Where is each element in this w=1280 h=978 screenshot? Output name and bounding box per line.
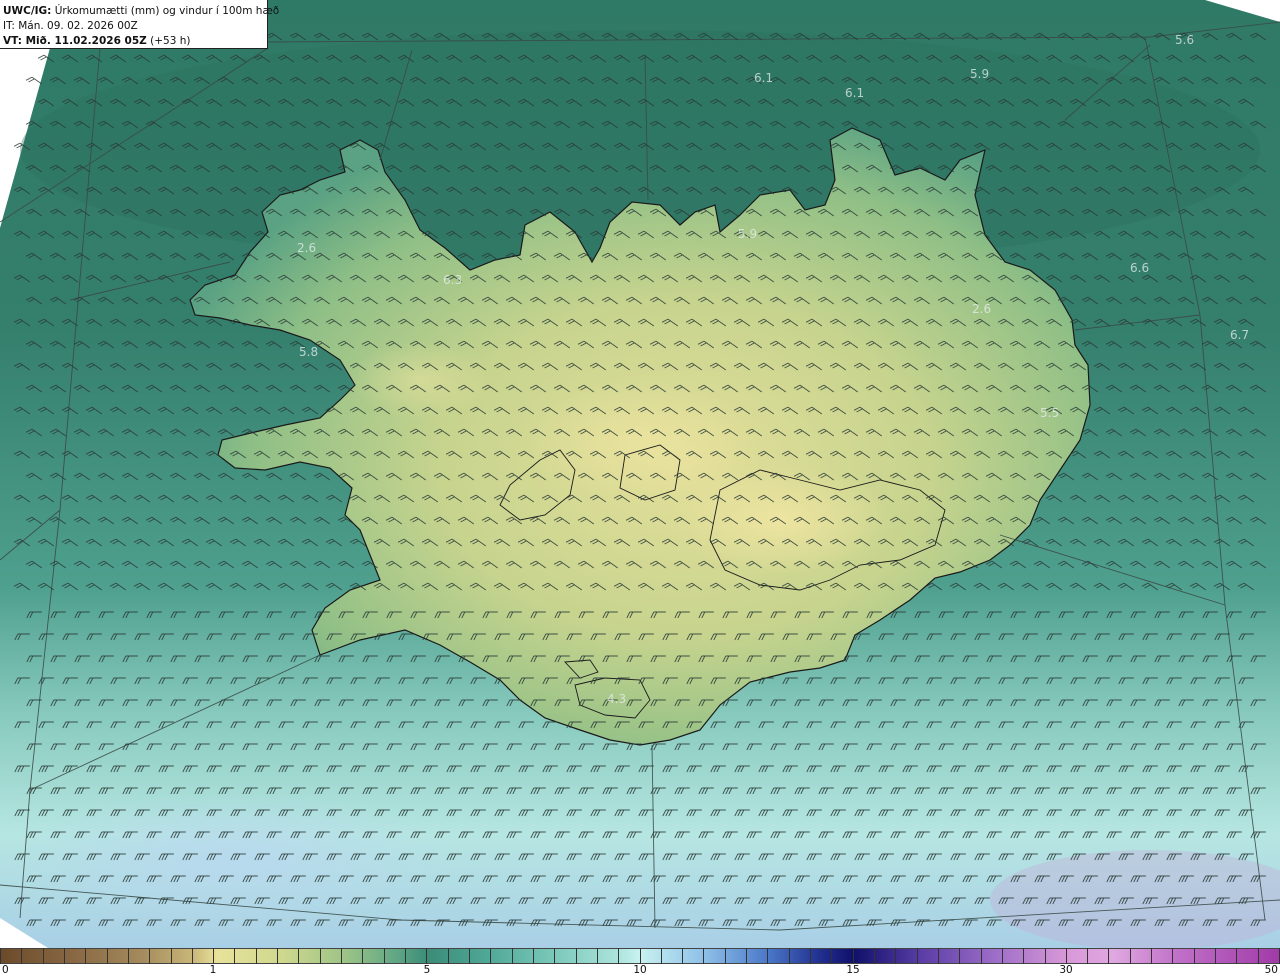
forecast-info-box: UWC/IG: Úrkomumætti (mm) og vindur í 100…	[0, 0, 279, 49]
map-value-label: 6.1	[754, 71, 773, 85]
colorbar-tick	[362, 948, 363, 964]
colorbar-tick	[1172, 948, 1173, 964]
colorbar-tick	[405, 948, 406, 964]
colorbar-tick	[469, 948, 470, 964]
colorbar-tick	[576, 948, 577, 964]
colorbar-tick	[1236, 948, 1237, 964]
colorbar-tick	[682, 948, 683, 964]
colorbar-label: 1	[209, 964, 217, 976]
colorbar-tick	[1215, 948, 1216, 964]
colorbar-tick	[64, 948, 65, 964]
map-value-label: 6.6	[1130, 261, 1149, 275]
colorbar-tick	[917, 948, 918, 964]
colorbar-tick	[192, 948, 193, 964]
colorbar-tick	[1258, 948, 1259, 964]
colorbar-tick	[256, 948, 257, 964]
colorbar-tick	[448, 948, 449, 964]
colorbar-label: 10	[633, 964, 647, 976]
colorbar-tick	[1045, 948, 1046, 964]
colorbar-tick	[895, 948, 896, 964]
colorbar-tick	[341, 948, 342, 964]
map-value-label: 5.8	[299, 345, 318, 359]
colorbar-tick	[661, 948, 662, 964]
colorbar-tick	[959, 948, 960, 964]
colorbar-tick	[831, 948, 832, 964]
colorbar-tick	[490, 948, 491, 964]
colorbar-tick	[767, 948, 768, 964]
colorbar-tick	[1066, 948, 1067, 964]
colorbar-tick	[789, 948, 790, 964]
colorbar-tick	[21, 948, 22, 964]
colorbar-tick	[1023, 948, 1024, 964]
init-time: IT: Mán. 09. 02. 2026 00Z	[3, 20, 138, 32]
title-line: UWC/IG: Úrkomumætti (mm) og vindur í 100…	[3, 4, 279, 19]
colorbar-label: 15	[846, 964, 860, 976]
map-value-label: 6.3	[443, 273, 462, 287]
map-value-label: 2.6	[972, 302, 991, 316]
colorbar-tick	[810, 948, 811, 964]
colorbar-tick	[725, 948, 726, 964]
precipitation-wind-map: 5.6 6.1 6.1 5.9 5.9 2.6 6.3 6.6 2.6 6.7 …	[0, 0, 1280, 948]
map-value-label: 2.6	[297, 241, 316, 255]
colorbar-tick	[128, 948, 129, 964]
colorbar-ticks	[0, 948, 1280, 964]
colorbar-tick	[149, 948, 150, 964]
valid-time-line: VT: Mið. 11.02.2026 05Z (+53 h)	[3, 34, 267, 49]
map-value-label: 5.9	[738, 227, 757, 241]
colorbar-tick	[298, 948, 299, 964]
colorbar-tick	[703, 948, 704, 964]
colorbar-tick	[85, 948, 86, 964]
colorbar-tick	[43, 948, 44, 964]
colorbar-tick	[1002, 948, 1003, 964]
map-value-label: 6.7	[1230, 328, 1249, 342]
map-value-label: 6.1	[845, 86, 864, 100]
colorbar-label: 50	[1264, 964, 1278, 976]
colorbar-tick	[554, 948, 555, 964]
colorbar-tick	[1151, 948, 1152, 964]
colorbar-tick	[320, 948, 321, 964]
colorbar-tick	[981, 948, 982, 964]
colorbar-tick	[213, 948, 214, 964]
colorbar-tick	[384, 948, 385, 964]
colorbar-tick	[1108, 948, 1109, 964]
colorbar-tick	[1130, 948, 1131, 964]
colorbar-label: 30	[1059, 964, 1073, 976]
colorbar-tick	[277, 948, 278, 964]
colorbar-tick	[938, 948, 939, 964]
colorbar-tick	[234, 948, 235, 964]
colorbar-tick	[618, 948, 619, 964]
colorbar-tick	[171, 948, 172, 964]
colorbar-tick	[597, 948, 598, 964]
colorbar-tick	[1087, 948, 1088, 964]
colorbar-tick	[746, 948, 747, 964]
colorbar-tick	[640, 948, 641, 964]
forecast-offset: (+53 h)	[150, 35, 191, 47]
colorbar-tick	[512, 948, 513, 964]
colorbar-tick	[426, 948, 427, 964]
colorbar-tick	[1194, 948, 1195, 964]
forecast-map: 5.6 6.1 6.1 5.9 5.9 2.6 6.3 6.6 2.6 6.7 …	[0, 0, 1280, 978]
map-value-label: 5.6	[1175, 33, 1194, 47]
colorbar-label: 0	[2, 964, 9, 976]
map-value-label: 4.3	[607, 692, 626, 706]
colorbar-tick	[853, 948, 854, 964]
colorbar-tick	[533, 948, 534, 964]
valid-time: VT: Mið. 11.02.2026 05Z	[3, 35, 147, 47]
colorbar: 0 1 5 10 15 30 50	[0, 948, 1280, 978]
colorbar-tick	[107, 948, 108, 964]
map-value-label: 5.9	[970, 67, 989, 81]
colorbar-label: 5	[423, 964, 431, 976]
product-title: Úrkomumætti (mm) og vindur í 100m hæð	[54, 5, 280, 17]
map-value-label: 5.5	[1040, 406, 1059, 420]
model-name: UWC/IG:	[3, 5, 52, 17]
colorbar-tick	[0, 948, 1, 964]
colorbar-tick	[874, 948, 875, 964]
